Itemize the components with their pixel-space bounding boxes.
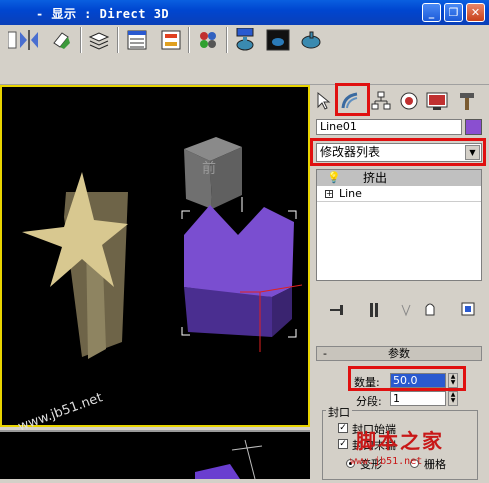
- lightbulb-icon[interactable]: 💡: [327, 170, 341, 186]
- toolbar-separator: [80, 27, 82, 53]
- stack-item-label: 挤出: [363, 171, 388, 185]
- create-tab-icon[interactable]: [311, 87, 337, 115]
- minimize-icon[interactable]: _: [422, 3, 441, 22]
- curve-editor-icon[interactable]: [124, 27, 150, 53]
- close-icon[interactable]: ✕: [466, 3, 485, 22]
- quick-render-icon[interactable]: [298, 27, 324, 53]
- material-editor-icon[interactable]: [195, 27, 221, 53]
- expand-plus-icon[interactable]: +: [325, 190, 333, 198]
- window-title: - 显示 : Direct 3D: [36, 7, 170, 21]
- toolbar-separator: [117, 27, 119, 53]
- display-tab-icon[interactable]: [424, 87, 450, 115]
- layers-icon[interactable]: [86, 27, 112, 53]
- extrusion-top: [184, 205, 294, 297]
- perspective-viewport[interactable]: 前: [0, 85, 310, 427]
- configure-sets-icon: [461, 302, 475, 316]
- align-icon[interactable]: [48, 27, 74, 53]
- highlight-modifier-list: [310, 138, 486, 166]
- capping-group-label: 封口: [326, 404, 352, 420]
- remove-modifier-icon: [425, 303, 435, 316]
- segments-spinner-field[interactable]: 1: [390, 391, 446, 406]
- segments-spinner-arrows[interactable]: ▲ ▼: [448, 391, 458, 406]
- parameters-rollout-header[interactable]: - 参数: [316, 346, 482, 361]
- modifier-stack[interactable]: 💡 挤出 + Line: [316, 169, 482, 281]
- render-setup-icon[interactable]: [232, 27, 258, 53]
- stack-item-label: Line: [339, 187, 362, 200]
- restore-icon[interactable]: ❐: [444, 3, 463, 22]
- hierarchy-tab-icon[interactable]: [368, 87, 394, 115]
- highlight-amount: [348, 366, 466, 391]
- show-end-result-icon: [370, 303, 378, 317]
- object-name-field[interactable]: Line01: [316, 119, 462, 135]
- object-color-swatch[interactable]: [465, 119, 482, 135]
- watermark-logo-text: 脚本之家: [356, 429, 444, 453]
- utilities-tab-icon[interactable]: [454, 87, 480, 115]
- grid-label: 栅格: [424, 458, 446, 471]
- cap-start-checkbox[interactable]: ✓: [338, 423, 348, 433]
- toolbar-separator: [188, 27, 190, 53]
- scene-canvas: 前: [22, 137, 303, 359]
- watermark-url: www.jb51.net: [350, 456, 423, 467]
- stack-item[interactable]: + Line: [317, 186, 481, 202]
- stack-toolbar: [316, 299, 482, 321]
- render-frame-icon[interactable]: [265, 27, 291, 53]
- schematic-icon[interactable]: [158, 27, 184, 53]
- rollout-title: 参数: [388, 347, 410, 360]
- pin-stack-icon: [330, 305, 343, 315]
- segments-label: 分段:: [356, 395, 382, 408]
- mirror-icon[interactable]: [16, 27, 42, 53]
- toolbar-separator: [226, 27, 228, 53]
- cap-end-checkbox[interactable]: ✓: [338, 439, 348, 449]
- highlight-modify-tab: [335, 83, 370, 116]
- bottom-viewport[interactable]: [0, 430, 310, 480]
- motion-tab-icon[interactable]: [396, 87, 422, 115]
- make-unique-icon: [401, 304, 411, 317]
- stack-item[interactable]: 💡 挤出: [317, 170, 481, 186]
- title-bar: - 显示 : Direct 3D _ ❐ ✕: [0, 0, 489, 25]
- cube-face-label: 前: [202, 160, 216, 177]
